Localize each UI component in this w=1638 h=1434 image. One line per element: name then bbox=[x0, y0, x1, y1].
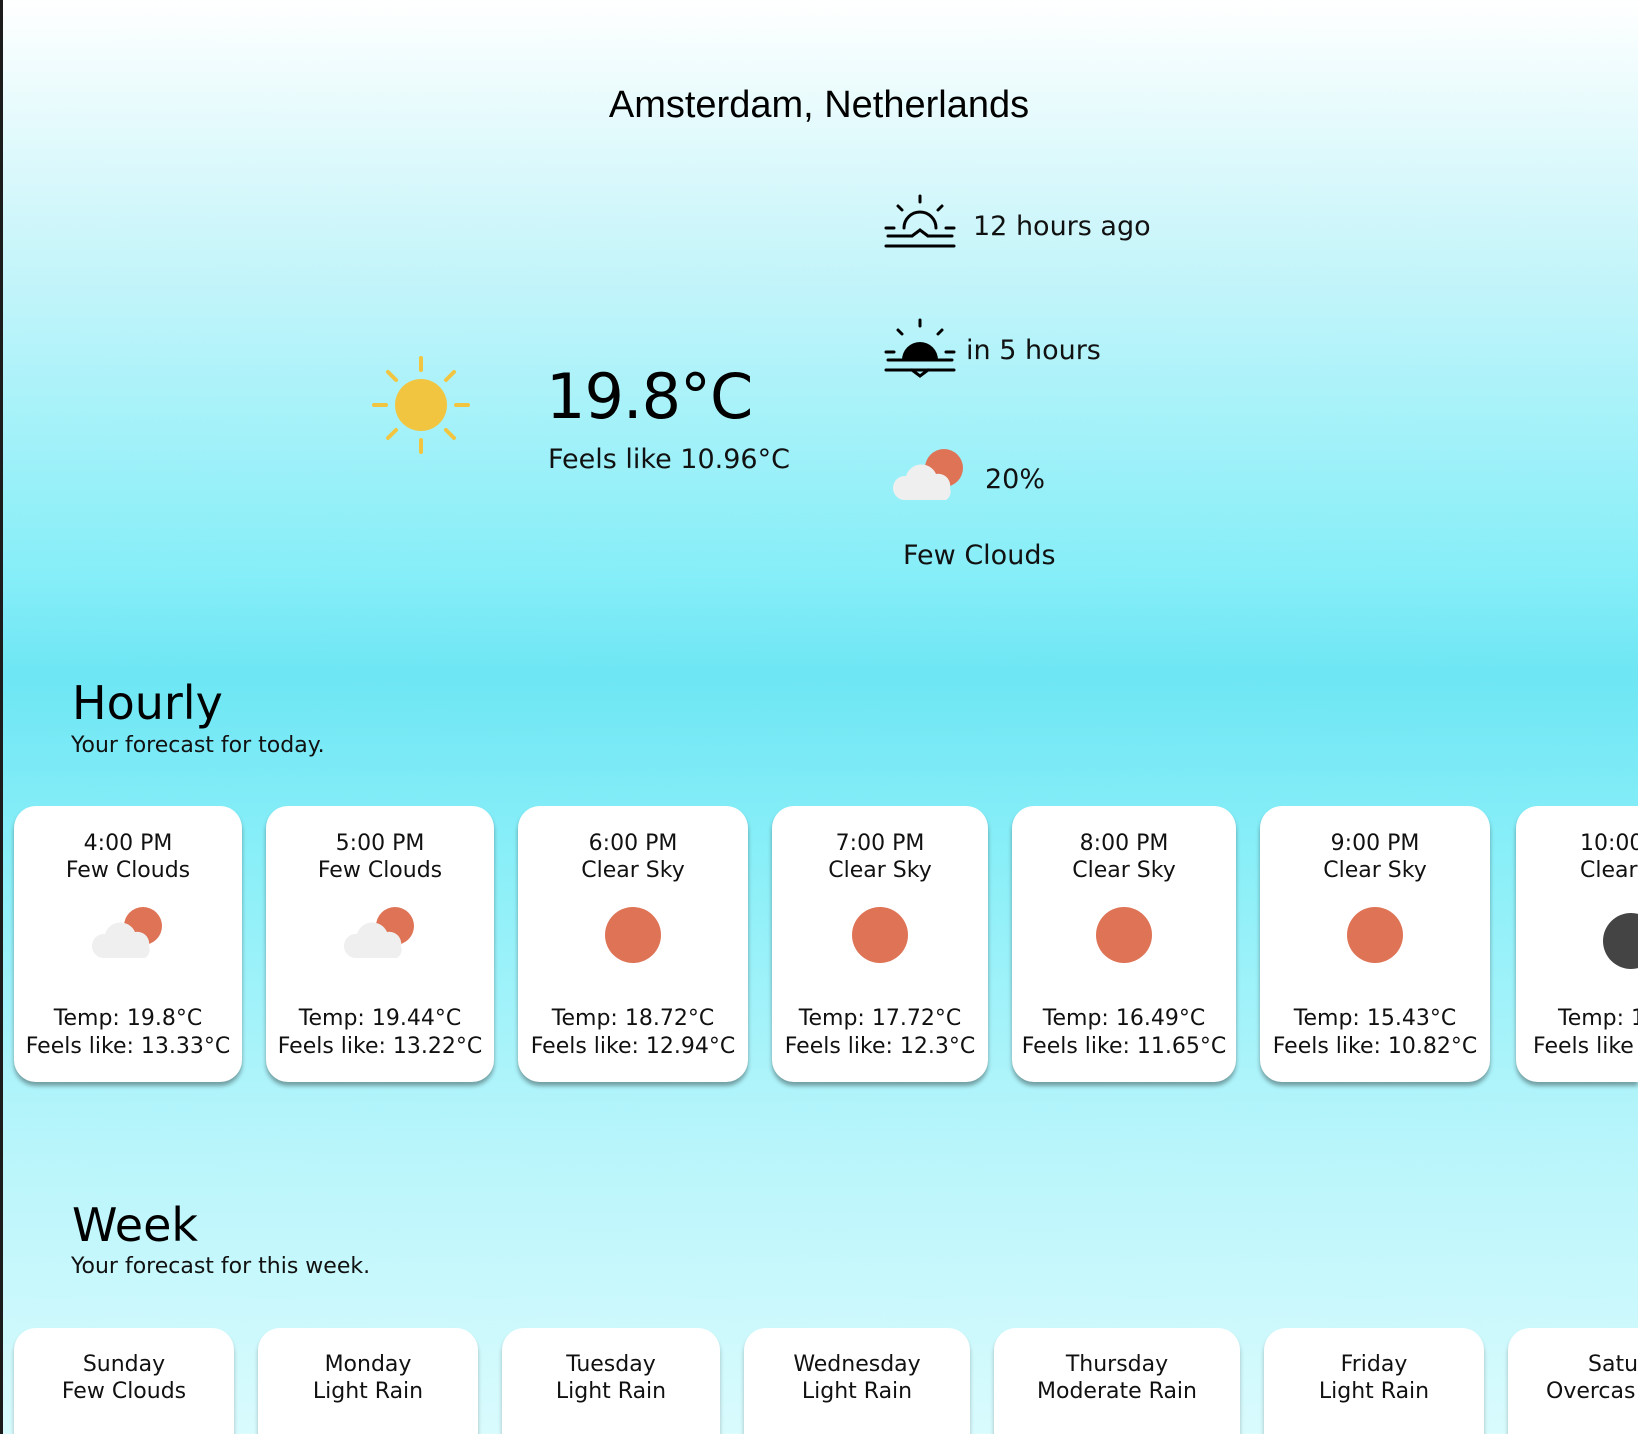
hourly-feels: Feels like: 10.82°C bbox=[1272, 1034, 1478, 1059]
hourly-card[interactable]: 4:00 PM Few Clouds Temp: 19.8°C Feels li… bbox=[14, 806, 242, 1082]
clear-sky-icon bbox=[1096, 907, 1152, 963]
week-desc: Overcas bbox=[1546, 1379, 1636, 1404]
week-card[interactable]: Satu Overcas bbox=[1508, 1328, 1638, 1434]
hourly-card[interactable]: 7:00 PM Clear Sky Temp: 17.72°C Feels li… bbox=[772, 806, 988, 1082]
hourly-temp: Temp: 16.49°C bbox=[1042, 1006, 1206, 1031]
hourly-time: 10:00 bbox=[1580, 831, 1638, 856]
hourly-desc: Clear Sky bbox=[581, 858, 685, 883]
clear-sky-icon bbox=[605, 907, 661, 963]
hourly-feels: Feels like: 13.33°C bbox=[25, 1034, 231, 1059]
week-day: Monday bbox=[324, 1352, 412, 1377]
week-desc: Light Rain bbox=[801, 1379, 913, 1404]
hourly-card[interactable]: 6:00 PM Clear Sky Temp: 18.72°C Feels li… bbox=[518, 806, 748, 1082]
few-clouds-icon bbox=[91, 907, 162, 958]
week-day: Satu bbox=[1588, 1352, 1638, 1377]
hourly-subtitle: Your forecast for today. bbox=[71, 733, 325, 758]
week-desc: Moderate Rain bbox=[1037, 1379, 1197, 1404]
week-desc: Light Rain bbox=[312, 1379, 424, 1404]
hourly-desc: Clear Sky bbox=[1323, 858, 1427, 883]
current-feels-like: Feels like 10.96°C bbox=[548, 444, 790, 475]
clear-sky-icon bbox=[1347, 907, 1403, 963]
week-desc: Light Rain bbox=[555, 1379, 667, 1404]
week-card[interactable]: Thursday Moderate Rain bbox=[994, 1328, 1240, 1434]
hourly-temp: Temp: 18.72°C bbox=[551, 1006, 715, 1031]
week-day: Friday bbox=[1340, 1352, 1408, 1377]
week-card[interactable]: Tuesday Light Rain bbox=[502, 1328, 720, 1434]
hourly-desc: Clear bbox=[1580, 858, 1638, 883]
hourly-temp: Temp: 19.44°C bbox=[298, 1006, 462, 1031]
hourly-feels: Feels like: 12.94°C bbox=[530, 1034, 736, 1059]
hourly-time: 5:00 PM bbox=[335, 831, 425, 856]
clear-night-icon bbox=[1603, 913, 1638, 969]
week-day: Tuesday bbox=[566, 1352, 656, 1377]
hourly-card[interactable]: 5:00 PM Few Clouds Temp: 19.44°C Feels l… bbox=[266, 806, 494, 1082]
hourly-time: 6:00 PM bbox=[588, 831, 678, 856]
hourly-card[interactable]: 8:00 PM Clear Sky Temp: 16.49°C Feels li… bbox=[1012, 806, 1236, 1082]
week-card[interactable]: Sunday Few Clouds bbox=[14, 1328, 234, 1434]
current-temperature: 19.8°C bbox=[546, 360, 753, 433]
hourly-card[interactable]: 10:00 Clear Temp: 1 Feels like bbox=[1516, 806, 1638, 1082]
week-day: Wednesday bbox=[793, 1352, 921, 1377]
hourly-time: 9:00 PM bbox=[1330, 831, 1420, 856]
few-clouds-icon bbox=[892, 449, 963, 500]
hourly-time: 4:00 PM bbox=[83, 831, 173, 856]
sunset-text: in 5 hours bbox=[966, 335, 1101, 366]
hourly-desc: Few Clouds bbox=[65, 858, 191, 883]
current-condition: Few Clouds bbox=[903, 540, 1056, 571]
week-title: Week bbox=[72, 1198, 199, 1252]
window-edge bbox=[0, 0, 3, 1434]
cloud-percent: 20% bbox=[985, 464, 1046, 495]
hourly-temp: Temp: 15.43°C bbox=[1293, 1006, 1457, 1031]
hourly-feels: Feels like bbox=[1533, 1034, 1634, 1059]
hourly-desc: Clear Sky bbox=[828, 858, 932, 883]
hourly-card[interactable]: 9:00 PM Clear Sky Temp: 15.43°C Feels li… bbox=[1260, 806, 1490, 1082]
hourly-feels: Feels like: 12.3°C bbox=[784, 1034, 976, 1059]
week-card[interactable]: Wednesday Light Rain bbox=[744, 1328, 970, 1434]
week-desc: Few Clouds bbox=[61, 1379, 187, 1404]
few-clouds-icon bbox=[343, 907, 414, 958]
week-day: Sunday bbox=[82, 1352, 166, 1377]
sun-icon bbox=[372, 356, 470, 454]
clear-sky-icon bbox=[852, 907, 908, 963]
week-desc: Light Rain bbox=[1318, 1379, 1430, 1404]
week-card[interactable]: Monday Light Rain bbox=[258, 1328, 478, 1434]
week-day: Thursday bbox=[1065, 1352, 1169, 1377]
sunset-icon bbox=[884, 318, 956, 378]
hourly-desc: Clear Sky bbox=[1072, 858, 1176, 883]
hourly-feels: Feels like: 11.65°C bbox=[1021, 1034, 1227, 1059]
hourly-temp: Temp: 19.8°C bbox=[53, 1006, 203, 1031]
week-subtitle: Your forecast for this week. bbox=[71, 1254, 371, 1279]
hourly-time: 8:00 PM bbox=[1079, 831, 1169, 856]
hourly-feels: Feels like: 13.22°C bbox=[277, 1034, 483, 1059]
hourly-title: Hourly bbox=[72, 676, 223, 730]
hourly-temp: Temp: 17.72°C bbox=[798, 1006, 962, 1031]
hourly-temp: Temp: 1 bbox=[1558, 1006, 1638, 1031]
sunrise-text: 12 hours ago bbox=[973, 211, 1151, 242]
sunrise-icon bbox=[884, 194, 956, 248]
hourly-desc: Few Clouds bbox=[317, 858, 443, 883]
location-title: Amsterdam, Netherlands bbox=[608, 84, 1030, 126]
week-card[interactable]: Friday Light Rain bbox=[1264, 1328, 1484, 1434]
hourly-time: 7:00 PM bbox=[835, 831, 925, 856]
